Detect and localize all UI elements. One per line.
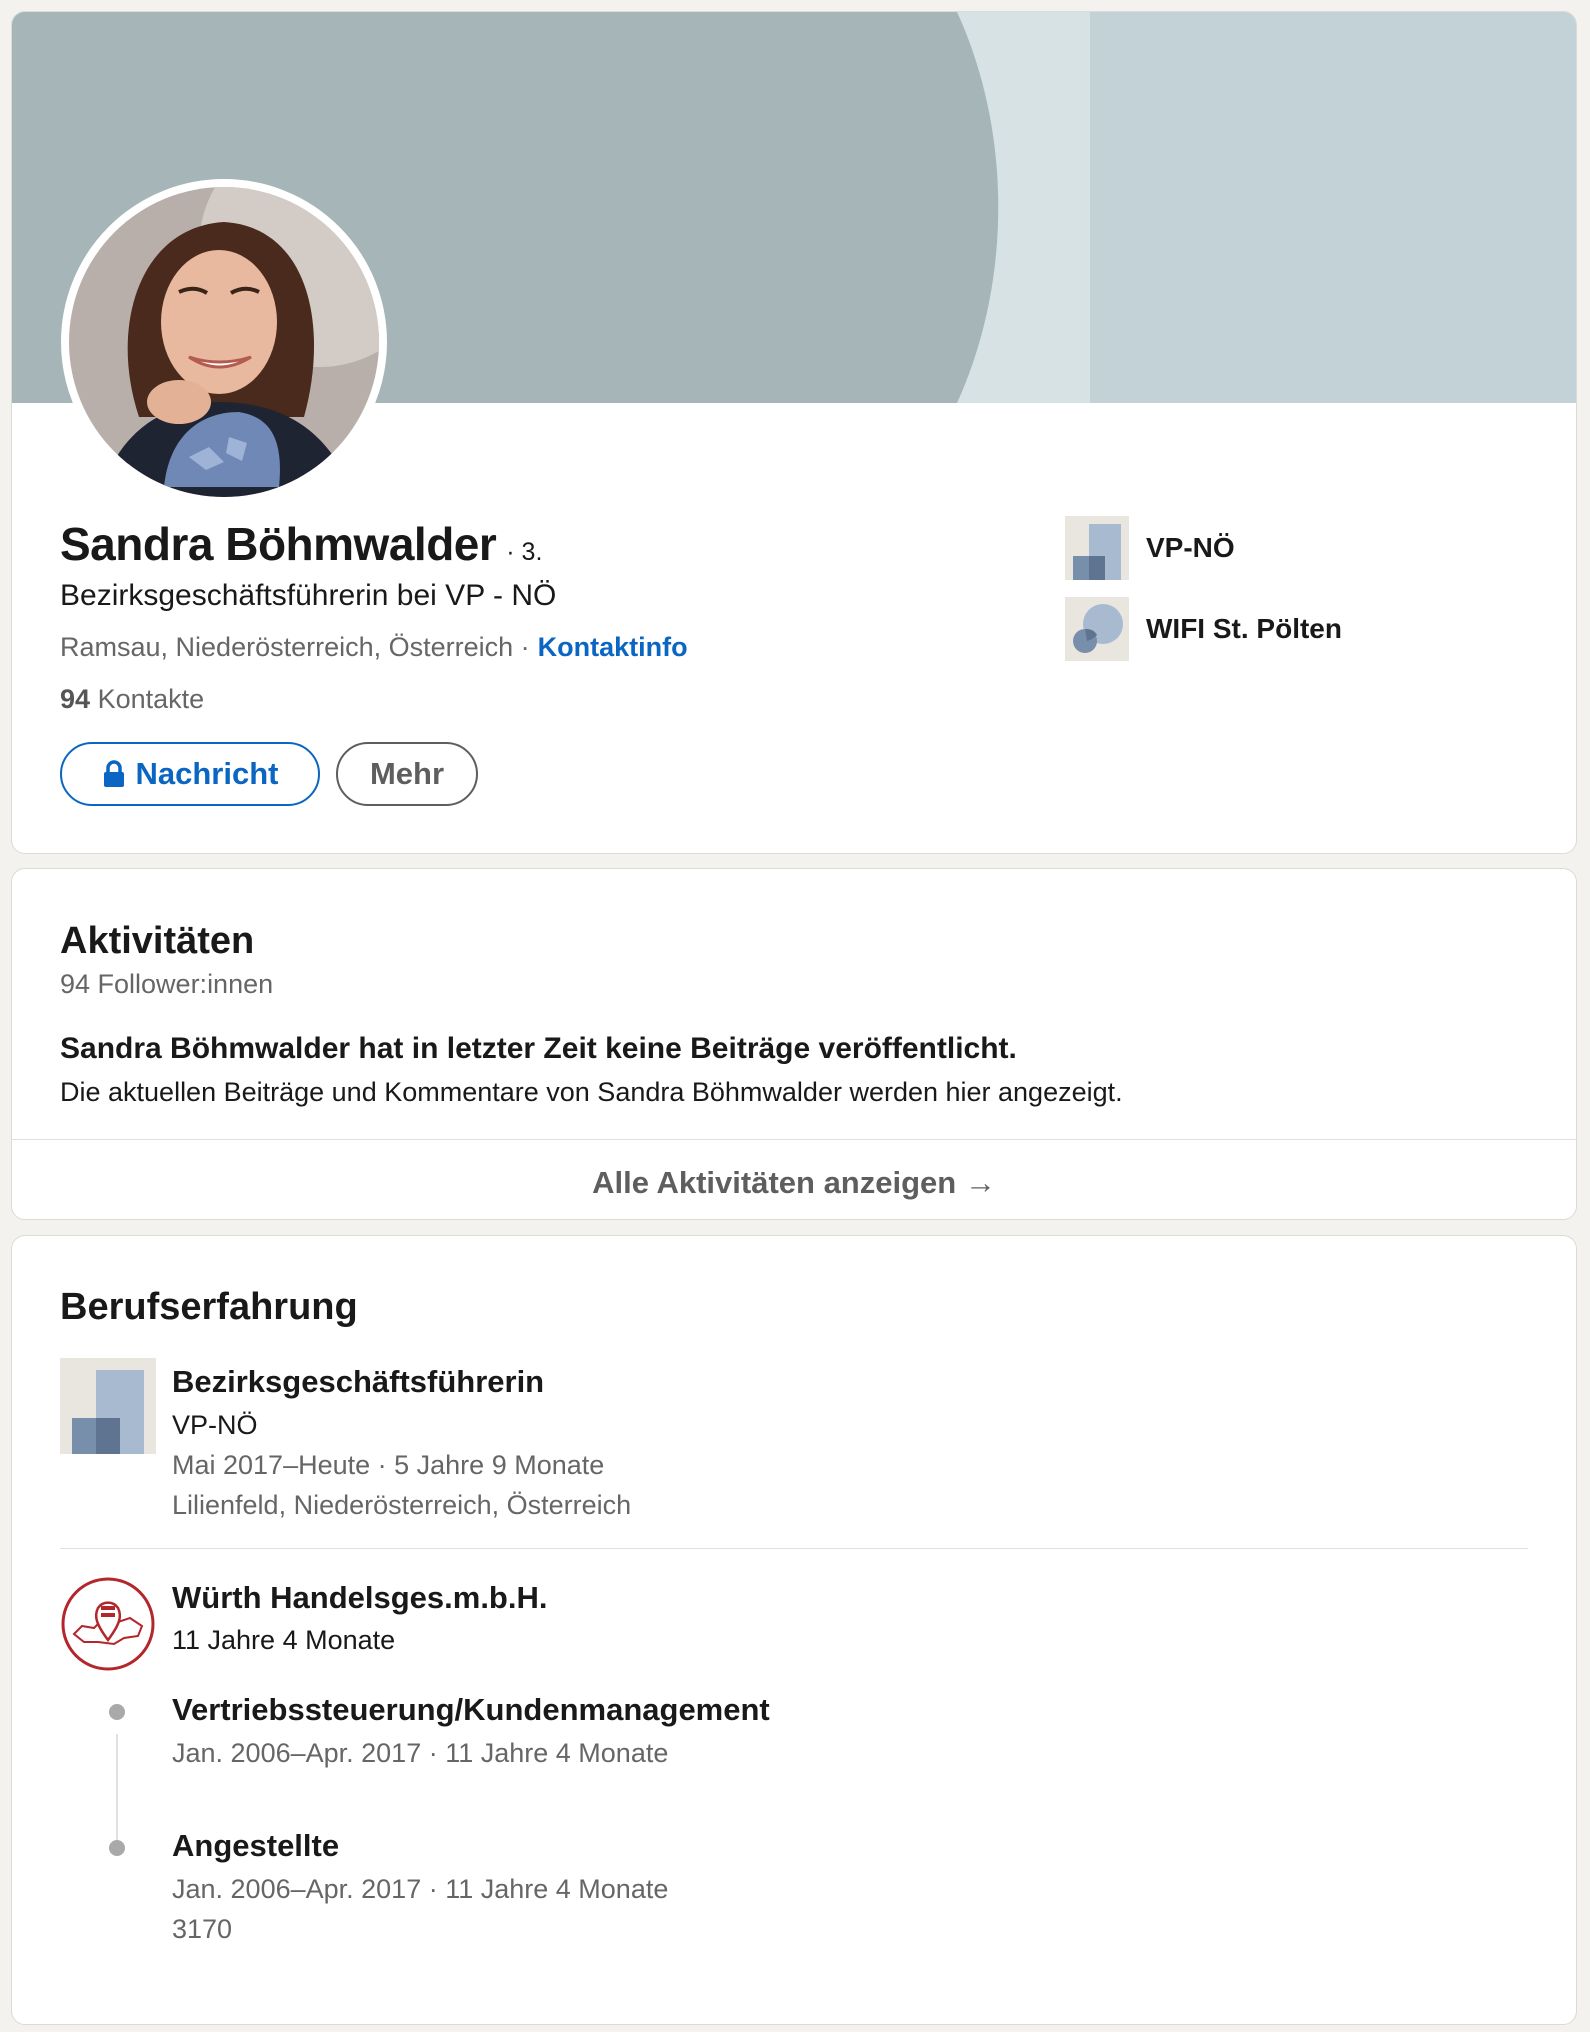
divider [60, 1548, 1528, 1549]
timeline-line [116, 1734, 118, 1854]
role-dates: Jan. 2006–Apr. 2017 · 11 Jahre 4 Monate [172, 1738, 669, 1768]
timeline-dot [109, 1704, 125, 1720]
role-dates: Jan. 2006–Apr. 2017 · 11 Jahre 4 Monate [172, 1874, 669, 1904]
role-title: Angestellte [172, 1828, 340, 1863]
current-company-link[interactable]: VP-NÖ [1065, 516, 1235, 580]
followers-count: 94 Follower:innen [60, 969, 274, 999]
company-duration: 11 Jahre 4 Monate [172, 1625, 396, 1655]
experience-section: Berufserfahrung Bezirksgeschäftsführerin… [11, 1235, 1577, 2025]
education-link[interactable]: WIFI St. Pölten [1065, 597, 1342, 661]
connections-number: 94 [60, 684, 91, 714]
company-logo-icon [1065, 516, 1129, 580]
profile-headline: Bezirksgeschäftsführerin bei VP - NÖ [60, 579, 557, 612]
activity-section: Aktivitäten 94 Follower:innen Sandra Böh… [11, 868, 1577, 1220]
connections-count: 94 Kontakte [60, 684, 204, 715]
profile-top-card: Sandra Böhmwalder · 3. Bezirksgeschäftsf… [11, 11, 1577, 854]
lock-icon [102, 760, 126, 788]
divider [12, 1139, 1576, 1140]
wuerth-logo-icon[interactable] [60, 1576, 156, 1672]
show-all-activity-link[interactable]: Alle Aktivitäten anzeigen → [12, 1165, 1576, 1201]
job-title: Bezirksgeschäftsführerin [172, 1364, 545, 1399]
profile-photo[interactable] [61, 179, 387, 505]
message-button-label: Nachricht [135, 756, 279, 791]
experience-title: Berufserfahrung [60, 1286, 358, 1328]
no-posts-description: Die aktuellen Beiträge und Kommentare vo… [60, 1077, 1123, 1107]
connection-degree: · 3. [506, 538, 543, 566]
profile-name: Sandra Böhmwalder [60, 518, 497, 570]
job-dates: Mai 2017–Heute · 5 Jahre 9 Monate [172, 1450, 605, 1480]
school-name: WIFI St. Pölten [1146, 613, 1342, 644]
job-location: Lilienfeld, Niederösterreich, Österreich [172, 1490, 632, 1520]
activity-title: Aktivitäten [60, 920, 255, 962]
school-logo-icon [1065, 597, 1129, 661]
contact-info-link[interactable]: Kontaktinfo [538, 632, 688, 663]
message-button[interactable]: Nachricht [60, 742, 320, 806]
connections-label: Kontakte [97, 684, 205, 714]
job-company: VP-NÖ [172, 1410, 258, 1440]
company-name: Würth Handelsges.m.b.H. [172, 1580, 548, 1615]
more-button[interactable]: Mehr [336, 742, 478, 806]
current-company-name: VP-NÖ [1146, 532, 1235, 563]
role-title: Vertriebssteuerung/Kundenmanagement [172, 1692, 770, 1727]
role-postal-code: 3170 [172, 1914, 233, 1944]
no-posts-title: Sandra Böhmwalder hat in letzter Zeit ke… [60, 1032, 1017, 1065]
profile-location: Ramsau, Niederösterreich, Österreich · [60, 632, 530, 662]
company-logo-icon[interactable] [60, 1358, 156, 1454]
timeline-dot [109, 1840, 125, 1856]
